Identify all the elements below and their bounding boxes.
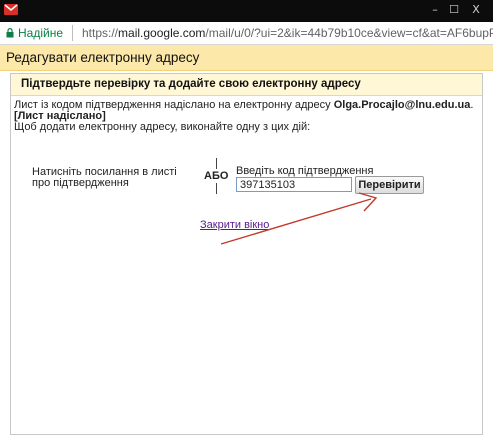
annotation-arrow <box>220 192 378 245</box>
